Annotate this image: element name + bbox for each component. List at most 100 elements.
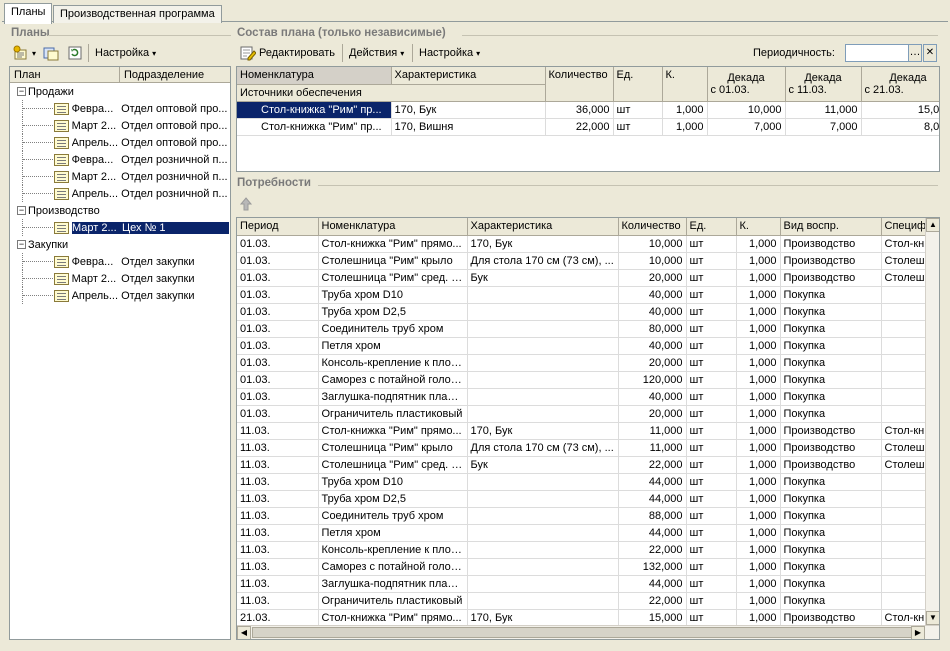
column-header-characteristic[interactable]: Характеристика	[467, 218, 619, 236]
cell-reproduction-type[interactable]: Покупка	[780, 286, 882, 304]
cell-period[interactable]: 01.03.	[237, 337, 319, 355]
cell-quantity[interactable]: 15,000	[618, 609, 687, 627]
column-header-quantity[interactable]: Количество	[545, 67, 614, 102]
cell-quantity[interactable]: 10,000	[618, 235, 687, 253]
cell-period[interactable]: 01.03.	[237, 320, 319, 338]
cell-period[interactable]: 01.03.	[237, 252, 319, 270]
cell-characteristic[interactable]	[467, 592, 619, 610]
cell-characteristic[interactable]	[467, 320, 619, 338]
scrollbar-thumb[interactable]	[252, 627, 912, 638]
cell-unit[interactable]: шт	[686, 507, 737, 525]
cell-nomenclature[interactable]: Труба хром D10	[318, 286, 468, 304]
add-plan-button[interactable]: ▾	[10, 43, 39, 63]
cell-unit[interactable]: шт	[686, 252, 737, 270]
cell-period[interactable]: 01.03.	[237, 354, 319, 372]
table-row[interactable]: 01.03. Заглушка-подпятник пласт... 40,000 ш…	[237, 388, 939, 406]
cell-k[interactable]: 1,000	[736, 422, 781, 440]
scroll-left-button[interactable]: ◀	[237, 626, 251, 639]
cell-characteristic[interactable]: Для стола 170 см (73 см), ...	[467, 439, 619, 457]
cell-k[interactable]: 1,000	[736, 337, 781, 355]
cell-k[interactable]: 1,000	[736, 507, 781, 525]
needs-vertical-scrollbar[interactable]: ▲ ▼	[925, 218, 939, 626]
tree-item[interactable]: Март 2... Отдел оптовой про...	[10, 117, 230, 134]
table-row[interactable]: 01.03. Труба хром D10 40,000 шт 1,000 Покупка	[237, 286, 939, 304]
cell-unit[interactable]: шт	[686, 456, 737, 474]
cell-unit[interactable]: шт	[686, 490, 737, 508]
cell-k[interactable]: 1,000	[736, 252, 781, 270]
cell-k[interactable]: 1,000	[736, 541, 781, 559]
tree-item[interactable]: Март 2... Отдел закупки	[10, 270, 230, 287]
cell-k[interactable]: 1,000	[736, 388, 781, 406]
column-header-unit[interactable]: Ед.	[686, 218, 737, 236]
cell-nomenclature[interactable]: Труба хром D10	[318, 473, 468, 491]
cell-period[interactable]: 11.03.	[237, 439, 319, 457]
cell-period[interactable]: 01.03.	[237, 388, 319, 406]
table-row[interactable]: 01.03. Стол-книжка "Рим" прямо... 170, Бук…	[237, 235, 939, 253]
cell-unit[interactable]: шт	[686, 235, 737, 253]
cell-period[interactable]: 21.03.	[237, 609, 319, 627]
plans-settings-button[interactable]: Настройка ▾	[92, 43, 159, 63]
cell-period[interactable]: 01.03.	[237, 235, 319, 253]
cell-decade-1[interactable]: 7,000	[707, 118, 786, 136]
cell-k[interactable]: 1,000	[662, 101, 708, 119]
cell-quantity[interactable]: 88,000	[618, 507, 687, 525]
cell-quantity[interactable]: 22,000	[545, 118, 614, 136]
column-header-period[interactable]: Период	[237, 218, 319, 236]
cell-quantity[interactable]: 11,000	[618, 439, 687, 457]
cell-unit[interactable]: шт	[686, 320, 737, 338]
tree-item[interactable]: Апрель... Отдел закупки	[10, 287, 230, 304]
tree-group[interactable]: − Продажи	[10, 83, 230, 100]
cell-characteristic[interactable]	[467, 507, 619, 525]
table-row[interactable]: 01.03. Соединитель труб хром 80,000 шт 1,000…	[237, 320, 939, 338]
collapse-icon[interactable]: −	[17, 206, 26, 215]
cell-nomenclature[interactable]: Консоль-крепление к плос...	[318, 354, 468, 372]
cell-characteristic[interactable]	[467, 354, 619, 372]
cell-reproduction-type[interactable]: Производство	[780, 252, 882, 270]
cell-characteristic[interactable]: 170, Бук	[467, 422, 619, 440]
cell-quantity[interactable]: 44,000	[618, 490, 687, 508]
cell-quantity[interactable]: 22,000	[618, 541, 687, 559]
collapse-icon[interactable]: −	[17, 87, 26, 96]
cell-reproduction-type[interactable]: Покупка	[780, 575, 882, 593]
table-row[interactable]: 11.03. Саморез с потайной голов... 132,000…	[237, 558, 939, 576]
cell-quantity[interactable]: 20,000	[618, 269, 687, 287]
cell-nomenclature[interactable]: Стол-книжка "Рим" прямо...	[318, 422, 468, 440]
cell-period[interactable]: 01.03.	[237, 286, 319, 304]
cell-characteristic[interactable]: 170, Бук	[391, 101, 546, 119]
tab-plans[interactable]: Планы	[4, 3, 53, 24]
column-header-unit[interactable]: Ед.	[613, 67, 663, 102]
column-header-reproduction-type[interactable]: Вид воспр.	[780, 218, 882, 236]
cell-characteristic[interactable]: 170, Вишня	[391, 118, 546, 136]
cell-quantity[interactable]: 40,000	[618, 286, 687, 304]
cell-unit[interactable]: шт	[613, 118, 663, 136]
cell-k[interactable]: 1,000	[736, 473, 781, 491]
cell-characteristic[interactable]	[467, 575, 619, 593]
cell-unit[interactable]: шт	[686, 473, 737, 491]
cell-k[interactable]: 1,000	[736, 405, 781, 423]
column-header-nomenclature[interactable]: Номенклатура	[318, 218, 468, 236]
cell-decade-2[interactable]: 11,000	[785, 101, 862, 119]
cell-quantity[interactable]: 80,000	[618, 320, 687, 338]
cell-characteristic[interactable]	[467, 371, 619, 389]
cell-k[interactable]: 1,000	[736, 558, 781, 576]
cell-nomenclature[interactable]: Петля хром	[318, 337, 468, 355]
cell-k[interactable]: 1,000	[736, 354, 781, 372]
tree-item[interactable]: Апрель... Отдел розничной п...	[10, 185, 230, 202]
column-header-k[interactable]: К.	[736, 218, 781, 236]
table-row[interactable]: 01.03. Столешница "Рим" сред. ч... Бук 20,0…	[237, 269, 939, 287]
cell-nomenclature[interactable]: Стол-книжка "Рим" прямо...	[318, 235, 468, 253]
cell-unit[interactable]: шт	[686, 371, 737, 389]
table-row[interactable]: 11.03. Консоль-крепление к плос... 22,000 ш…	[237, 541, 939, 559]
cell-k[interactable]: 1,000	[736, 592, 781, 610]
cell-quantity[interactable]: 11,000	[618, 422, 687, 440]
table-row[interactable]: 11.03. Столешница "Рим" крыло Для стола 17…	[237, 439, 939, 457]
cell-period[interactable]: 11.03.	[237, 541, 319, 559]
scroll-down-button[interactable]: ▼	[926, 611, 939, 625]
cell-nomenclature[interactable]: Столешница "Рим" сред. ч...	[318, 456, 468, 474]
cell-unit[interactable]: шт	[686, 592, 737, 610]
cell-nomenclature[interactable]: Столешница "Рим" крыло	[318, 439, 468, 457]
cell-reproduction-type[interactable]: Покупка	[780, 320, 882, 338]
cell-quantity[interactable]: 44,000	[618, 524, 687, 542]
cell-unit[interactable]: шт	[686, 609, 737, 627]
cell-nomenclature[interactable]: Соединитель труб хром	[318, 507, 468, 525]
